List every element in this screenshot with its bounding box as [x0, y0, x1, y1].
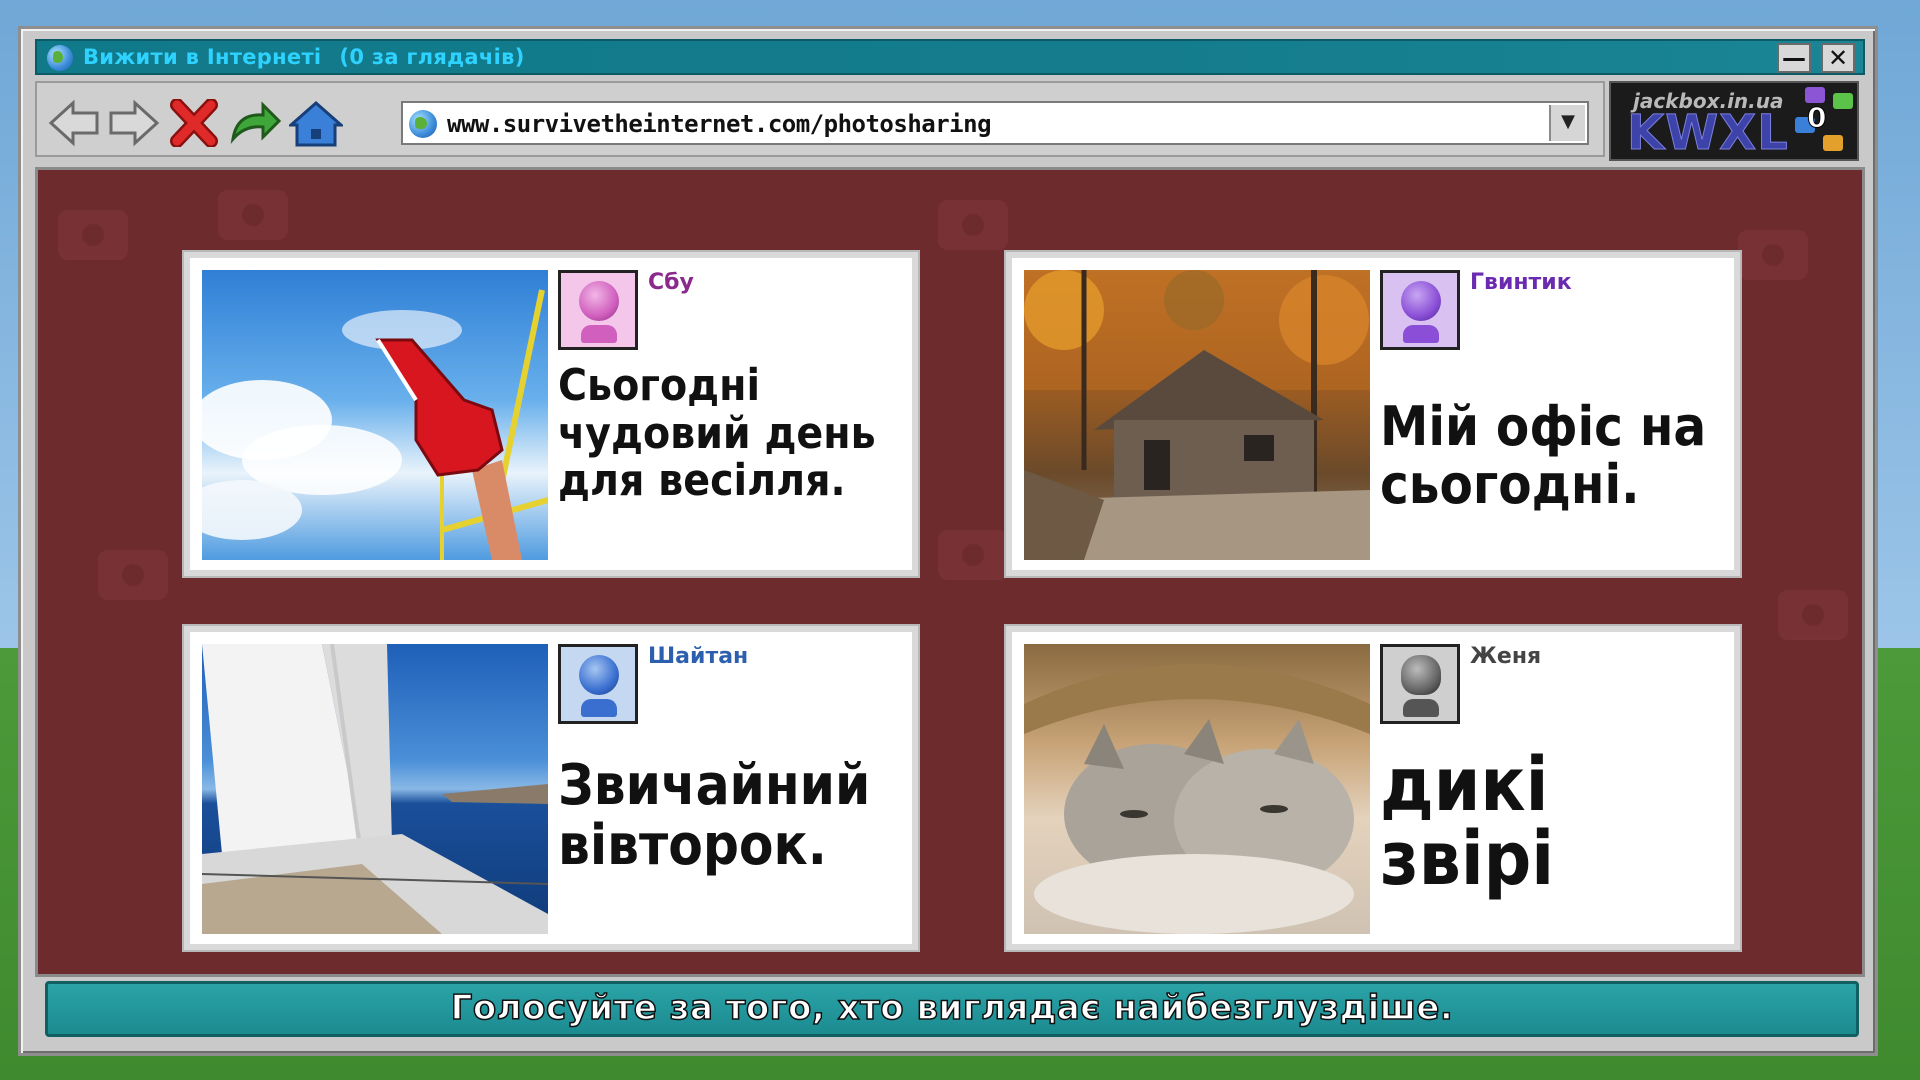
url-dropdown-button[interactable]: ▼	[1549, 105, 1585, 141]
player-name: Гвинтик	[1470, 270, 1572, 295]
chevron-down-icon: ▼	[1561, 111, 1575, 132]
player-avatar	[558, 270, 638, 350]
post-photo-foam-finger	[202, 270, 548, 560]
instruction-text: Голосуйте за того, хто виглядає найбезгл…	[450, 987, 1454, 1029]
window-title: Вижити в Інтернеті (0 за глядачів)	[83, 45, 525, 69]
kwxl-logo: jackbox.in.ua KWXL 0	[1609, 81, 1859, 162]
post-caption: Сьогодні чудовий день для весілля.	[558, 360, 876, 507]
instruction-banner: Голосуйте за того, хто виглядає найбезгл…	[45, 981, 1859, 1037]
minimize-icon: —	[1782, 44, 1806, 72]
close-button[interactable]: ✕	[1821, 43, 1855, 73]
thumbs-icon	[1823, 135, 1843, 151]
camera-icon	[218, 190, 288, 240]
back-arrow-icon[interactable]	[47, 99, 101, 147]
forward-arrow-icon[interactable]	[107, 99, 161, 147]
browser-toolbar: www.survivetheinternet.com/photosharing …	[35, 81, 1605, 157]
post-caption: Мій офіс на сьогодні.	[1380, 395, 1707, 517]
post-card[interactable]: Сбу Сьогодні чудовий день для весілля.	[184, 252, 918, 576]
post-card[interactable]: Женя дикі звірі	[1006, 626, 1740, 950]
globe-icon	[47, 45, 73, 71]
player-avatar	[558, 644, 638, 724]
player-name: Сбу	[648, 270, 694, 295]
post-caption: Звичайний вівторок.	[558, 753, 871, 879]
post-photo-sailboat	[202, 644, 548, 934]
url-text: www.survivetheinternet.com/photosharing	[447, 110, 992, 138]
camera-icon	[1778, 590, 1848, 640]
stop-x-icon[interactable]	[167, 99, 221, 147]
camera-icon	[1738, 230, 1808, 280]
title-bar: Вижити в Інтернеті (0 за глядачів) — ✕	[35, 39, 1865, 75]
post-card[interactable]: Гвинтик Мій офіс на сьогодні.	[1006, 252, 1740, 576]
minimize-button[interactable]: —	[1777, 43, 1811, 73]
like-count: 0	[1806, 101, 1827, 135]
viewer-count: (0 за глядачів)	[339, 45, 525, 69]
brand-label: KWXL	[1627, 105, 1789, 162]
camera-icon	[938, 530, 1008, 580]
camera-icon	[938, 200, 1008, 250]
close-icon: ✕	[1827, 44, 1849, 72]
browser-window: Вижити в Інтернеті (0 за глядачів) — ✕ w…	[18, 26, 1878, 1056]
post-card[interactable]: Шайтан Звичайний вівторок.	[184, 626, 918, 950]
photo-feed: Сбу Сьогодні чудовий день для весілля. Г…	[35, 167, 1865, 977]
player-name: Шайтан	[648, 644, 749, 669]
camera-icon	[58, 210, 128, 260]
post-caption: дикі звірі	[1380, 742, 1555, 902]
site-globe-icon	[409, 110, 437, 138]
post-photo-kittens	[1024, 644, 1370, 934]
camera-icon	[98, 550, 168, 600]
refresh-arrow-icon[interactable]	[227, 99, 281, 147]
player-name: Женя	[1470, 644, 1542, 669]
home-icon[interactable]	[289, 99, 343, 147]
game-title: Вижити в Інтернеті	[83, 45, 322, 69]
post-photo-log-cabin	[1024, 270, 1370, 560]
player-avatar	[1380, 644, 1460, 724]
thumbs-icon	[1833, 93, 1853, 109]
player-avatar	[1380, 270, 1460, 350]
address-bar[interactable]: www.survivetheinternet.com/photosharing …	[401, 101, 1589, 145]
